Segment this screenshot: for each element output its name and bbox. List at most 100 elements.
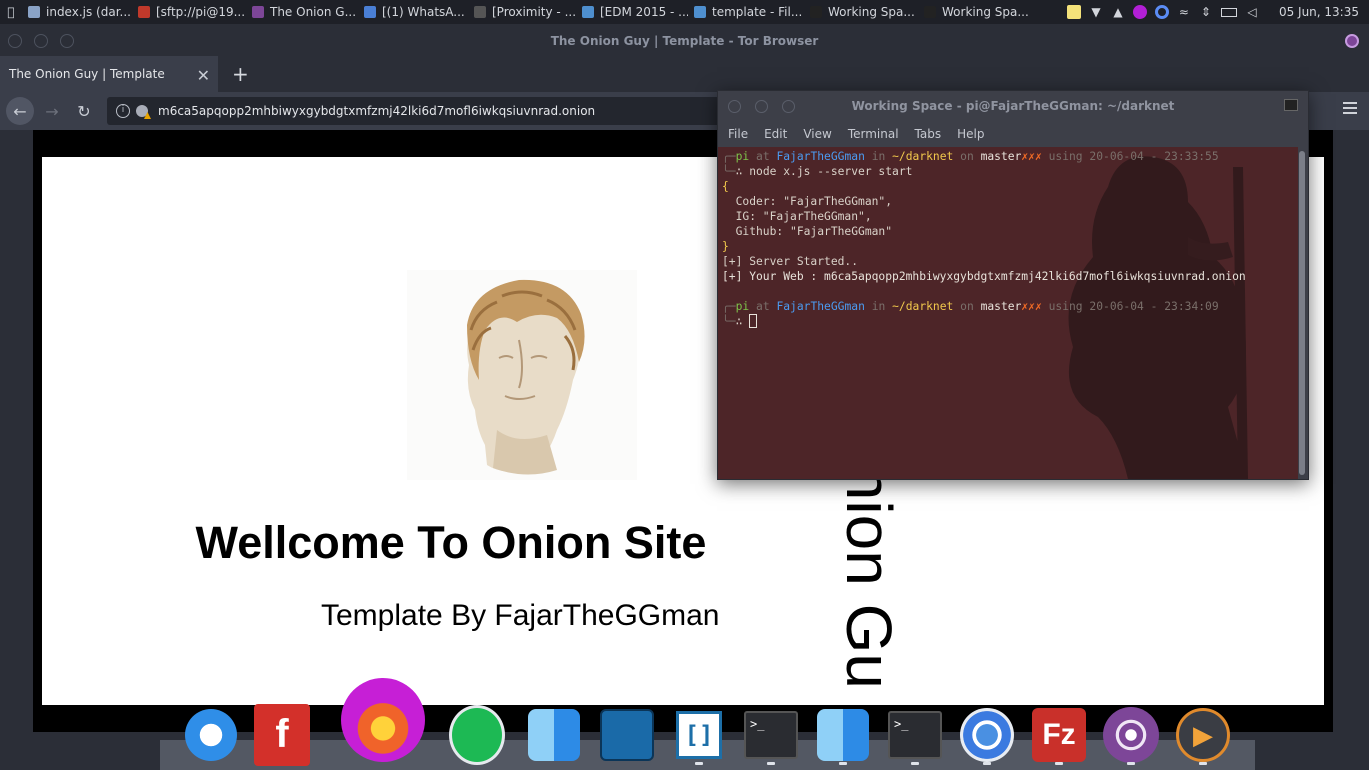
prompt-marks: ✗✗✗ — [1021, 300, 1042, 313]
input-line[interactable]: ╰─∴ — [722, 314, 1294, 329]
text-editor-icon — [28, 6, 40, 18]
prompt-using: using — [1048, 300, 1083, 313]
json-line: IG: "FajarTheGGman", — [722, 210, 872, 223]
apple-menu-icon[interactable]:  — [0, 5, 22, 19]
vertical-title: Onion Guy — [836, 477, 916, 687]
prompt-in: in — [871, 300, 886, 313]
finder-icon[interactable] — [526, 707, 582, 763]
tab-strip: The Onion Guy | Template ✕ + — [0, 54, 1369, 92]
prompt-time: 20-06-04 - 23:33:55 — [1089, 150, 1219, 163]
prompt-marks: ✗✗✗ — [1021, 150, 1042, 163]
taskbar-item-label: Working Spa... — [828, 5, 915, 19]
taskbar-item[interactable]: index.js (dar... — [22, 0, 132, 24]
hamburger-menu-icon[interactable] — [1343, 102, 1357, 114]
wifi-icon[interactable]: ≈ — [1177, 5, 1191, 19]
prompt-time: 20-06-04 - 23:34:09 — [1089, 300, 1219, 313]
safari-icon[interactable] — [183, 707, 239, 763]
prompt-user: pi — [735, 150, 750, 163]
chromium-tray-icon[interactable] — [1154, 5, 1169, 19]
browser-titlebar[interactable]: The Onion Guy | Template - Tor Browser — [0, 28, 1369, 54]
menu-terminal[interactable]: Terminal — [848, 127, 899, 141]
taskbar-item-label: [Proximity - ... — [492, 5, 576, 19]
tab-onion-guy-template[interactable]: The Onion Guy | Template ✕ — [0, 56, 218, 92]
finder-icon[interactable] — [815, 707, 871, 765]
terminal-icon[interactable]: >_ — [743, 707, 799, 765]
taskbar-item[interactable]: [Proximity - ... — [468, 0, 576, 24]
flare-icon[interactable] — [341, 678, 425, 762]
taskbar-item-label: [(1) WhatsA... — [382, 5, 465, 19]
new-tab-button[interactable]: + — [232, 62, 249, 86]
volume-icon[interactable]: ◁ — [1245, 5, 1259, 19]
text-cursor — [749, 314, 758, 328]
running-indicator — [1199, 762, 1207, 765]
top-panel:  index.js (dar... [sftp://pi@19... The On… — [0, 0, 1369, 24]
terminal-menubar: File Edit View Terminal Tabs Help — [718, 121, 1308, 147]
prompt-dir: ~/darknet — [892, 150, 954, 163]
menu-file[interactable]: File — [728, 127, 748, 141]
prompt-at: at — [756, 300, 770, 313]
tor-onion-icon[interactable] — [1345, 34, 1359, 48]
foxit-reader-icon[interactable]: f — [254, 704, 310, 766]
wireshark-icon[interactable] — [599, 707, 655, 763]
url-text[interactable]: m6ca5apqopp2mhbiwyxgybdgtxmfzmj42lki6d7m… — [158, 104, 595, 118]
prompt-host: FajarTheGGman — [776, 150, 865, 163]
taskbar-item[interactable]: [(1) WhatsA... — [358, 0, 468, 24]
media-player-icon[interactable]: ▶ — [1175, 707, 1231, 765]
running-indicator — [983, 762, 991, 765]
back-button[interactable]: ← — [6, 97, 34, 125]
brackets-icon[interactable]: [] — [671, 707, 727, 765]
tor-browser-icon[interactable] — [1103, 707, 1159, 765]
system-tray: ▼ ▲ ≈ ⇕ ◁ 05 Jun, 13:35 — [1066, 0, 1369, 24]
menu-edit[interactable]: Edit — [764, 127, 787, 141]
vertical-title-text: Onion Guy — [836, 477, 905, 687]
notification-bell-icon[interactable]: ▼ — [1089, 5, 1103, 19]
taskbar-item[interactable]: The Onion G... — [246, 0, 358, 24]
menu-help[interactable]: Help — [957, 127, 984, 141]
site-info-icon[interactable]: i — [116, 104, 130, 118]
taskbar-item[interactable]: template - Fil... — [688, 0, 804, 24]
folder-icon — [694, 6, 706, 18]
taskbar-item[interactable]: Working Spa... — [804, 0, 918, 24]
menu-tabs[interactable]: Tabs — [915, 127, 942, 141]
flare-tray-icon[interactable] — [1132, 5, 1147, 19]
prompt-branch: master — [980, 300, 1022, 313]
close-tab-icon[interactable]: ✕ — [197, 66, 210, 85]
taskbar-item[interactable]: Working Spa... — [918, 0, 1028, 24]
statue-head-image — [407, 270, 637, 480]
terminal-icon[interactable]: >_ — [887, 707, 943, 765]
prompt-line-1: ╭─pi at FajarTheGGman in ~/darknet on ma… — [722, 150, 1219, 163]
taskbar-item[interactable]: [sftp://pi@19... — [132, 0, 246, 24]
terminal-output[interactable]: ╭─pi at FajarTheGGman in ~/darknet on ma… — [718, 147, 1298, 479]
filezilla-icon[interactable]: Fz — [1031, 707, 1087, 765]
running-indicator — [1055, 762, 1063, 765]
spotify-icon[interactable] — [449, 705, 505, 765]
tor-browser-icon — [252, 6, 264, 18]
clock[interactable]: 05 Jun, 13:35 — [1279, 5, 1359, 19]
command-line: ╰─∴ node x.js --server start — [722, 165, 913, 178]
your-web-line: [+] Your Web : m6ca5apqopp2mhbiwyxgybdgt… — [722, 270, 1246, 283]
prompt-using: using — [1048, 150, 1083, 163]
prompt-symbol: ∴ — [735, 315, 743, 328]
chromium-icon[interactable] — [959, 707, 1015, 765]
terminal-scrollbar[interactable] — [1299, 151, 1305, 475]
menu-view[interactable]: View — [803, 127, 831, 141]
terminal-icon — [924, 6, 936, 18]
running-indicator — [839, 762, 847, 765]
window-title: The Onion Guy | Template - Tor Browser — [550, 34, 819, 48]
page-subheading: Template By FajarTheGGman — [321, 599, 720, 632]
taskbar-item[interactable]: [EDM 2015 - ... — [576, 0, 688, 24]
onion-warning-icon[interactable] — [136, 105, 148, 117]
battery-icon[interactable] — [1220, 7, 1237, 17]
notes-icon[interactable] — [1066, 5, 1081, 19]
forward-button[interactable]: → — [38, 97, 66, 125]
prompt-line-2: ╭─pi at FajarTheGGman in ~/darknet on ma… — [722, 300, 1219, 313]
server-started-line: [+] Server Started.. — [722, 255, 859, 268]
prompt-at: at — [756, 150, 770, 163]
reload-button[interactable]: ↻ — [70, 97, 98, 125]
terminal-window: Working Space - pi@FajarTheGGman: ~/dark… — [717, 90, 1309, 480]
terminal-titlebar[interactable]: Working Space - pi@FajarTheGGman: ~/dark… — [718, 91, 1308, 121]
terminal-title: Working Space - pi@FajarTheGGman: ~/dark… — [851, 99, 1175, 113]
json-line: Coder: "FajarTheGGman", — [722, 195, 893, 208]
bluetooth-icon[interactable]: ⇕ — [1199, 5, 1213, 19]
notification-icon[interactable]: ▲ — [1111, 5, 1125, 19]
